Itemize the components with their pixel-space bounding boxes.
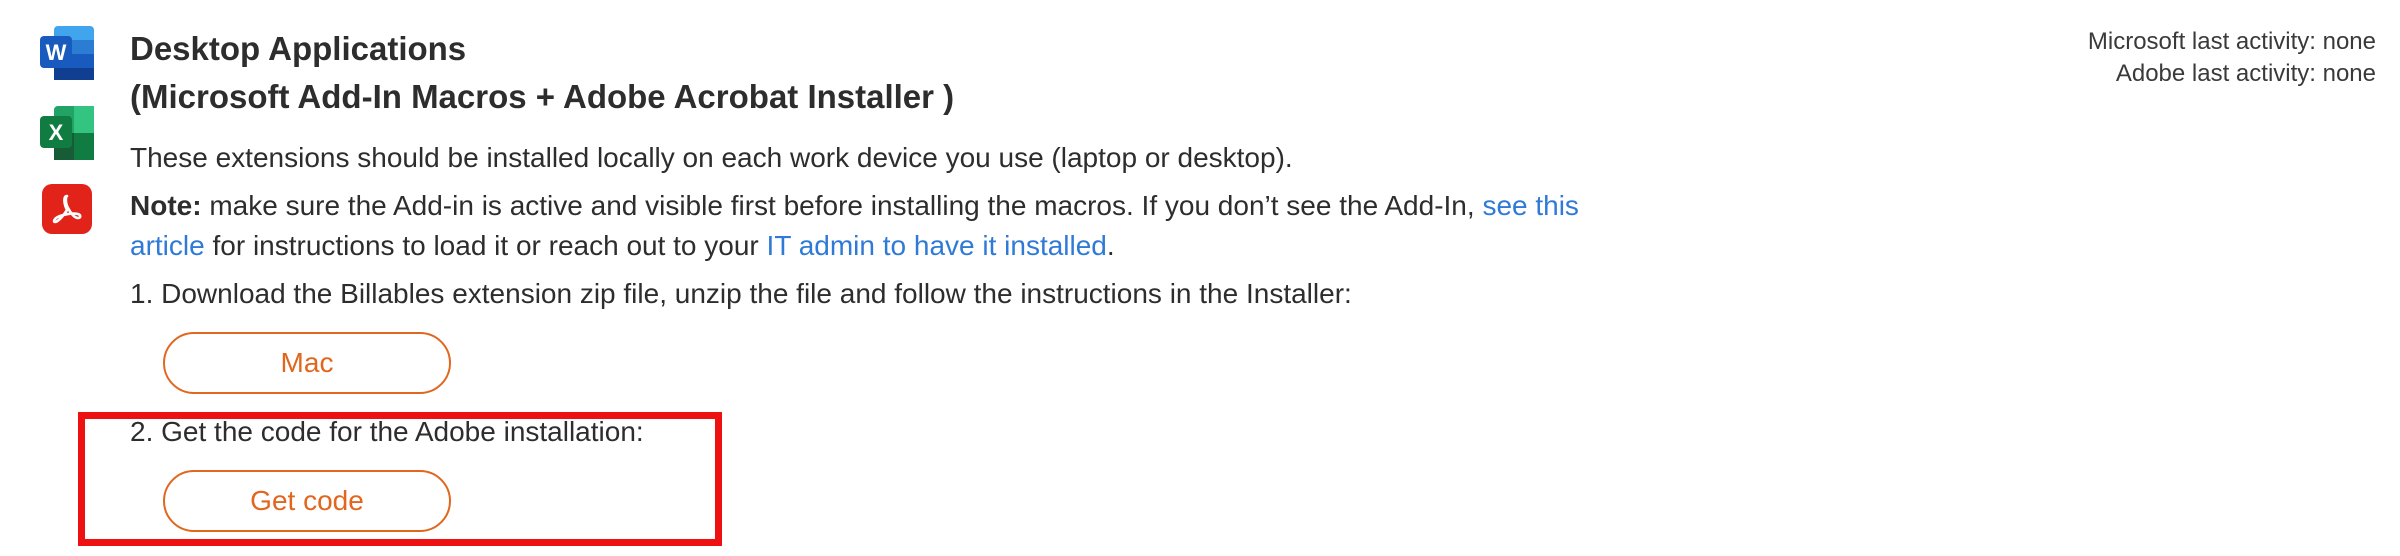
- note-text-1: make sure the Add-in is active and visib…: [201, 190, 1483, 221]
- note-text-3: .: [1106, 230, 1115, 261]
- section-title: Desktop Applications (Microsoft Add-In M…: [130, 26, 954, 120]
- note-text-2: for instructions to load it or reach out…: [204, 230, 767, 261]
- intro-text: These extensions should be installed loc…: [130, 142, 1293, 173]
- svg-text:X: X: [49, 120, 64, 145]
- get-code-button[interactable]: Get code: [163, 470, 451, 532]
- desktop-applications-panel: W X Desktop Applications (Microsoft Add-…: [0, 0, 2400, 556]
- adobe-last-activity: Adobe last activity: none: [2115, 60, 2376, 87]
- see-this-article-link[interactable]: see this: [1482, 190, 1579, 221]
- note-label: Note:: [130, 190, 202, 221]
- svg-text:W: W: [46, 40, 67, 65]
- acrobat-icon: [40, 182, 94, 236]
- title-line-2: (Microsoft Add-In Macros + Adobe Acrobat…: [130, 78, 955, 115]
- excel-icon: X: [36, 102, 98, 164]
- it-admin-link[interactable]: IT admin to have it installed: [767, 230, 1107, 261]
- microsoft-last-activity: Microsoft last activity: none: [2087, 28, 2376, 55]
- last-activity-info: Microsoft last activity: none Adobe last…: [2088, 26, 2376, 90]
- step-1-text: 1. Download the Billables extension zip …: [130, 278, 1352, 309]
- see-this-article-link-cont[interactable]: article: [130, 230, 205, 261]
- title-line-1: Desktop Applications: [130, 30, 467, 67]
- mac-download-button[interactable]: Mac: [163, 332, 451, 394]
- word-icon: W: [36, 22, 98, 84]
- step-2-text: 2. Get the code for the Adobe installati…: [130, 416, 644, 447]
- note-paragraph: Note: make sure the Add-in is active and…: [130, 186, 1579, 266]
